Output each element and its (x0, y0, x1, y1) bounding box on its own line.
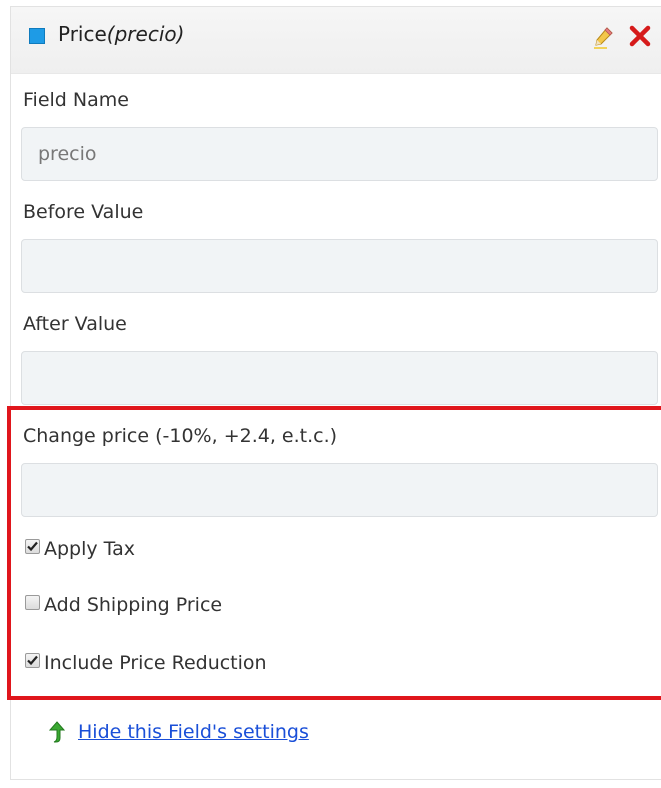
field-name-label: Field Name (23, 89, 129, 111)
before-value-label: Before Value (23, 201, 144, 223)
field-settings-panel: Price(precio) Field Name Before Value Af… (10, 6, 661, 780)
change-price-label: Change price (-10%, +2.4, e.t.c.) (23, 425, 338, 447)
after-value-input[interactable] (21, 351, 658, 405)
change-price-input[interactable] (21, 463, 658, 517)
field-title-main: Price (58, 22, 107, 46)
field-header: Price(precio) (11, 7, 661, 74)
include-price-reduction-option[interactable]: Include Price Reduction (25, 652, 267, 674)
field-color-square (29, 28, 45, 44)
close-icon[interactable] (629, 25, 651, 47)
before-value-input[interactable] (21, 239, 658, 293)
hide-settings-link[interactable]: Hide this Field's settings (78, 721, 309, 743)
field-title-key: (precio) (106, 22, 185, 46)
add-shipping-price-label: Add Shipping Price (44, 594, 223, 616)
apply-tax-label: Apply Tax (44, 538, 136, 560)
add-shipping-price-checkbox[interactable] (25, 595, 40, 610)
apply-tax-option[interactable]: Apply Tax (25, 538, 135, 560)
field-title: Price(precio) (58, 22, 184, 46)
pencil-icon[interactable] (593, 25, 615, 49)
include-price-reduction-checkbox[interactable] (25, 653, 40, 668)
after-value-label: After Value (23, 313, 127, 335)
include-price-reduction-label: Include Price Reduction (44, 652, 267, 674)
field-name-input[interactable] (21, 127, 658, 181)
up-arrow-icon (48, 720, 66, 744)
hide-settings-row: Hide this Field's settings (48, 720, 309, 744)
apply-tax-checkbox[interactable] (25, 539, 40, 554)
add-shipping-price-option[interactable]: Add Shipping Price (25, 594, 222, 616)
